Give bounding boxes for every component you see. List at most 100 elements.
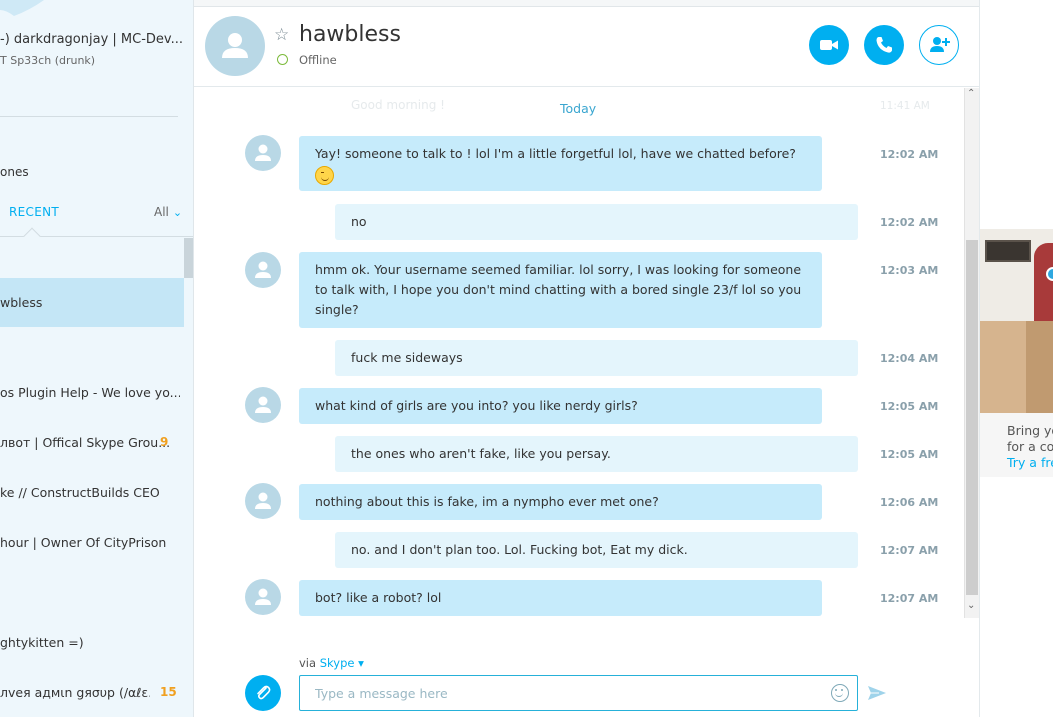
scroll-down-arrow-icon[interactable]: ⌄: [967, 600, 975, 611]
message-timestamp: 12:05 AM: [880, 400, 939, 413]
ad-card[interactable]: Bring yo for a cof Try a fre: [980, 229, 1053, 477]
person-icon: [255, 144, 271, 161]
caret-down-icon: ▾: [358, 656, 364, 670]
sender-avatar[interactable]: [245, 483, 281, 519]
conversation-history[interactable]: Good morning ! 11:41 AM Today Yay! someo…: [194, 88, 964, 618]
message-text: the ones who aren't fake, like you persa…: [351, 446, 611, 461]
message-text: hmm ok. Your username seemed familiar. l…: [315, 262, 802, 317]
ad-image-lower-shade: [1026, 321, 1053, 413]
sidebar-scrollbar[interactable]: [184, 238, 193, 278]
sender-avatar[interactable]: [245, 135, 281, 171]
call-phones-link[interactable]: ones: [0, 165, 29, 179]
message-timestamp: 12:05 AM: [880, 448, 939, 461]
via-service-selector[interactable]: via Skype ▾: [299, 656, 364, 670]
outgoing-message[interactable]: the ones who aren't fake, like you persa…: [335, 436, 858, 472]
outgoing-message[interactable]: no: [335, 204, 858, 240]
recent-item-label: hour | Owner Of CityPrison: [0, 535, 167, 550]
recent-item-label: os Plugin Help - We love yo...: [0, 385, 180, 400]
play-icon[interactable]: [1046, 267, 1053, 281]
recent-item[interactable]: ke // ConstructBuilds CEO: [0, 485, 180, 500]
message-timestamp: 12:03 AM: [880, 264, 939, 277]
recent-item-label: ghtykitten =): [0, 635, 84, 650]
via-label: via: [299, 656, 317, 670]
message-text: bot? like a robot? lol: [315, 590, 442, 605]
sidebar-divider: [0, 116, 178, 117]
message-input[interactable]: [299, 675, 858, 711]
person-icon: [222, 33, 248, 58]
recent-filter-dropdown[interactable]: All ⌄: [154, 205, 182, 219]
sidebar: -) darkdragonjay | MC-Dev... T Sp33ch (d…: [0, 0, 194, 717]
sender-avatar[interactable]: [245, 387, 281, 423]
tab-pointer: [23, 227, 41, 245]
person-icon: [255, 492, 271, 509]
sender-avatar[interactable]: [245, 579, 281, 615]
faded-earlier-time: 11:41 AM: [880, 100, 930, 112]
recent-item-label: лvея адмιn gяσυp (/αℓε...: [0, 685, 150, 700]
incoming-message[interactable]: hmm ok. Your username seemed familiar. l…: [299, 252, 822, 328]
message-timestamp: 12:07 AM: [880, 592, 939, 605]
outgoing-message[interactable]: fuck me sideways: [335, 340, 858, 376]
incoming-message[interactable]: nothing about this is fake, im a nympho …: [299, 484, 822, 520]
unread-count-badge: 9: [160, 435, 169, 449]
message-composer: via Skype ▾: [194, 618, 979, 717]
day-separator: Today: [560, 101, 597, 116]
incoming-message[interactable]: bot? like a robot? lol: [299, 580, 822, 616]
chevron-down-icon: ⌄: [172, 206, 183, 219]
send-icon[interactable]: [867, 684, 887, 702]
person-icon: [255, 261, 271, 278]
current-user-name[interactable]: -) darkdragonjay | MC-Dev...: [0, 32, 190, 47]
via-service-name[interactable]: Skype: [320, 656, 355, 670]
ad-text-line: for a cof: [1007, 439, 1053, 454]
paperclip-icon: [257, 685, 271, 700]
message-text: Yay! someone to talk to ! lol I'm a litt…: [315, 146, 796, 161]
favorite-star-icon[interactable]: ☆: [274, 25, 289, 45]
current-user-mood[interactable]: T Sp33ch (drunk): [0, 54, 95, 67]
message-text: no. and I don't plan too. Lol. Fucking b…: [351, 542, 688, 557]
conversation-header: ☆ hawbless Offline: [194, 7, 979, 87]
message-timestamp: 12:02 AM: [880, 148, 939, 161]
person-icon: [255, 588, 271, 605]
contact-avatar[interactable]: [205, 16, 265, 76]
tab-recent[interactable]: RECENT: [9, 205, 59, 219]
video-call-button[interactable]: [809, 25, 849, 65]
emoticon-picker-icon[interactable]: [831, 684, 849, 702]
audio-call-button[interactable]: [864, 25, 904, 65]
add-contact-button[interactable]: [919, 25, 959, 65]
contact-status: Offline: [299, 53, 337, 67]
contact-name[interactable]: hawbless: [299, 22, 401, 47]
message-timestamp: 12:02 AM: [880, 216, 939, 229]
recent-item[interactable]: os Plugin Help - We love yo...: [0, 385, 180, 400]
recent-item[interactable]: wbless: [0, 295, 180, 310]
ad-image: [980, 229, 1053, 321]
recent-item[interactable]: лvея адмιn gяσυp (/αℓε...: [0, 685, 150, 700]
ad-person: [1034, 243, 1053, 321]
message-text: what kind of girls are you into? you lik…: [315, 398, 638, 413]
message-timestamp: 12:04 AM: [880, 352, 939, 365]
recent-item-label: wbless: [0, 295, 43, 310]
skype-window: -) darkdragonjay | MC-Dev... T Sp33ch (d…: [0, 0, 1053, 717]
sidebar-corner-decoration: [0, 0, 44, 16]
ad-panel: Bring yo for a cof Try a fre: [979, 0, 1053, 717]
incoming-message[interactable]: Yay! someone to talk to ! lol I'm a litt…: [299, 136, 822, 191]
ad-text-line: Bring yo: [1007, 423, 1053, 438]
scrollbar-thumb[interactable]: [966, 240, 978, 595]
wink-emoji-icon: [315, 166, 334, 185]
recent-item[interactable]: hour | Owner Of CityPrison: [0, 535, 180, 550]
add-contact-icon: [930, 37, 950, 52]
recent-item-label: ke // ConstructBuilds CEO: [0, 485, 160, 500]
ad-link[interactable]: Try a fre: [1007, 455, 1053, 470]
incoming-message[interactable]: what kind of girls are you into? you lik…: [299, 388, 822, 424]
scroll-up-arrow-icon[interactable]: ⌃: [967, 88, 975, 99]
faded-earlier-message: Good morning !: [351, 98, 445, 112]
message-text: fuck me sideways: [351, 350, 463, 365]
offline-status-icon: [277, 54, 288, 65]
conversation-scrollbar[interactable]: ⌃ ⌄: [964, 88, 979, 618]
call-icon: [876, 37, 892, 53]
message-timestamp: 12:07 AM: [880, 544, 939, 557]
sender-avatar[interactable]: [245, 252, 281, 288]
recent-item[interactable]: ghtykitten =): [0, 635, 180, 650]
recent-item[interactable]: лвот | Offical Skype Grou...: [0, 435, 180, 450]
unread-count-badge: 15: [160, 685, 177, 699]
attach-button[interactable]: [245, 675, 281, 711]
outgoing-message[interactable]: no. and I don't plan too. Lol. Fucking b…: [335, 532, 858, 568]
